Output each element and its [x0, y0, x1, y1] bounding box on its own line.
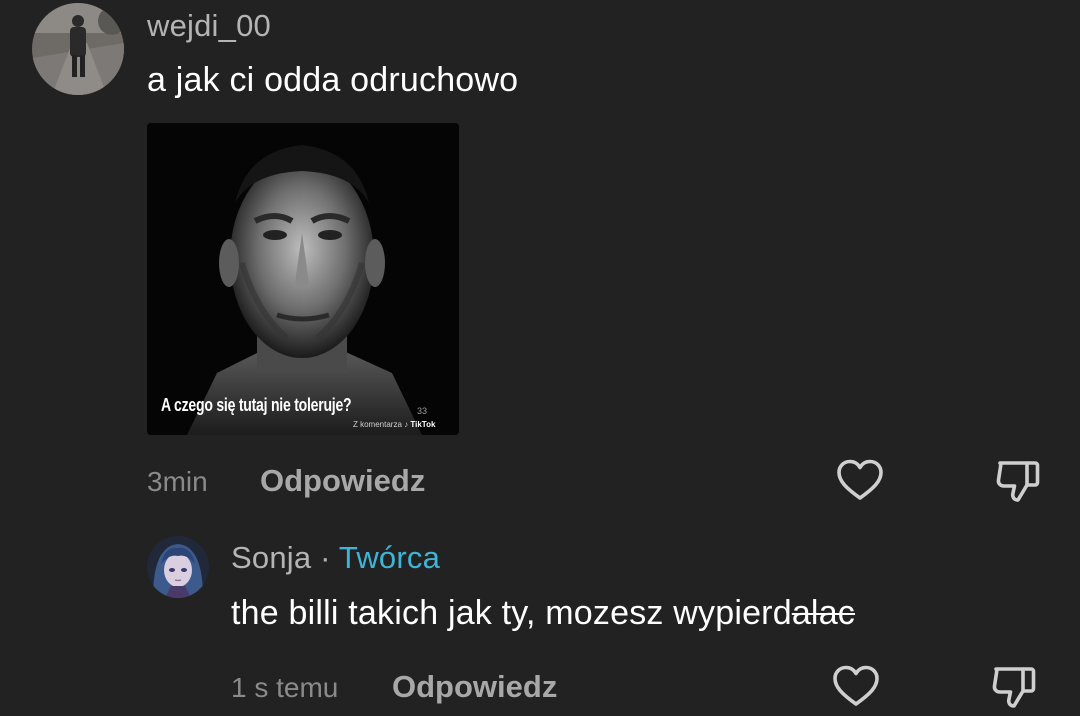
meme-caption: A czego się tutaj nie toleruje?: [161, 395, 352, 415]
thumbs-down-outline-icon: [996, 461, 1040, 502]
like-button[interactable]: [830, 661, 882, 713]
reply-button[interactable]: Odpowiedz: [392, 669, 557, 705]
meme-portrait-image: [147, 123, 459, 435]
meme-watermark: Z komentarza ♪ TikTok: [353, 420, 435, 429]
watermark-brand: TikTok: [410, 420, 436, 429]
comment-text: a jak ci odda odruchowo: [147, 61, 519, 99]
avatar[interactable]: [32, 3, 124, 95]
user-photo-icon: [32, 3, 124, 95]
reply-text-plain: the billi takich jak ty, mozesz wypierd: [231, 594, 792, 632]
anime-avatar-icon: [147, 536, 209, 598]
comments-panel: wejdi_00 a jak ci odda odruchowo A czego…: [0, 0, 1080, 716]
creator-badge: Twórca: [338, 540, 441, 575]
heart-outline-icon: [837, 459, 883, 500]
comment-timestamp: 3min: [147, 466, 208, 497]
dislike-button[interactable]: [991, 455, 1043, 507]
reply-timestamp: 1 s temu: [231, 672, 339, 703]
reply-text: the billi takich jak ty, mozesz wypierda…: [231, 594, 855, 633]
reply-button[interactable]: Odpowiedz: [260, 463, 425, 499]
heart-outline-icon: [833, 665, 879, 706]
tiktok-logo-icon: ♪: [404, 420, 409, 429]
thumbs-down-outline-icon: [992, 667, 1036, 708]
dislike-button[interactable]: [987, 661, 1039, 713]
comment-username[interactable]: wejdi_00: [147, 8, 271, 44]
avatar[interactable]: [147, 536, 209, 598]
watermark-prefix: Z komentarza: [353, 420, 402, 429]
reply-username-row: Sonja · Twórca: [231, 540, 440, 576]
meme-watermark-user: 33: [417, 406, 428, 416]
reply-username[interactable]: Sonja: [231, 540, 311, 575]
reply-text-struck: alac: [791, 594, 856, 632]
like-button[interactable]: [834, 455, 886, 507]
comment-image-attachment[interactable]: A czego się tutaj nie toleruje? 33 Z kom…: [147, 123, 459, 435]
separator-dot: ·: [320, 540, 331, 575]
